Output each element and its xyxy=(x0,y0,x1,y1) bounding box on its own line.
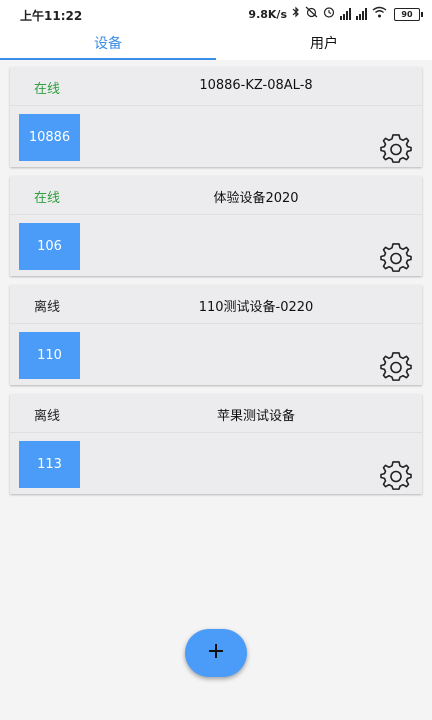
gear-icon[interactable] xyxy=(380,461,412,491)
device-id-badge[interactable]: 110 xyxy=(19,332,80,379)
gear-icon[interactable] xyxy=(380,352,412,382)
device-id-badge[interactable]: 10886 xyxy=(19,114,80,161)
device-id-badge[interactable]: 106 xyxy=(19,223,80,270)
device-status: 离线 xyxy=(34,409,61,424)
device-id-badge[interactable]: 113 xyxy=(19,441,80,488)
device-card-header: 在线 体验设备2020 xyxy=(10,176,422,215)
status-time: 上午11:22 xyxy=(20,9,83,23)
plus-icon xyxy=(208,643,224,663)
status-bar: 上午11:22 9.8K/s 90 xyxy=(0,0,432,30)
wifi-icon xyxy=(372,6,387,22)
tab-bar: 设备 用户 xyxy=(0,30,432,60)
clock-icon xyxy=(323,6,335,22)
device-list: 在线 10886-KZ-08AL-8 10886 在线 体验设备2020 106… xyxy=(10,67,422,503)
device-name: 10886-KZ-08AL-8 xyxy=(199,78,313,93)
device-card[interactable]: 离线 110测试设备-0220 110 xyxy=(10,285,422,385)
battery-icon: 90 xyxy=(394,7,423,21)
device-name: 体验设备2020 xyxy=(213,191,299,206)
device-card[interactable]: 在线 体验设备2020 106 xyxy=(10,176,422,276)
hd-signal-icon xyxy=(340,8,351,20)
device-status: 在线 xyxy=(34,191,61,206)
device-card[interactable]: 离线 苹果测试设备 113 xyxy=(10,394,422,494)
add-device-button[interactable] xyxy=(185,629,247,677)
tab-users[interactable]: 用户 xyxy=(216,30,432,60)
device-name: 110测试设备-0220 xyxy=(198,300,314,315)
gear-icon[interactable] xyxy=(380,243,412,273)
device-card-header: 离线 110测试设备-0220 xyxy=(10,285,422,324)
bluetooth-icon xyxy=(292,6,300,22)
status-icons: 9.8K/s 90 xyxy=(248,6,423,22)
signal-icon xyxy=(356,8,367,20)
tab-devices[interactable]: 设备 xyxy=(0,30,216,60)
network-speed: 9.8K/s xyxy=(248,7,287,21)
device-card-header: 在线 10886-KZ-08AL-8 xyxy=(10,67,422,106)
device-status: 离线 xyxy=(34,300,61,315)
device-card[interactable]: 在线 10886-KZ-08AL-8 10886 xyxy=(10,67,422,167)
device-status: 在线 xyxy=(34,82,61,97)
alarm-off-icon xyxy=(305,6,318,22)
gear-icon[interactable] xyxy=(380,134,412,164)
device-card-header: 离线 苹果测试设备 xyxy=(10,394,422,433)
device-name: 苹果测试设备 xyxy=(216,409,295,424)
